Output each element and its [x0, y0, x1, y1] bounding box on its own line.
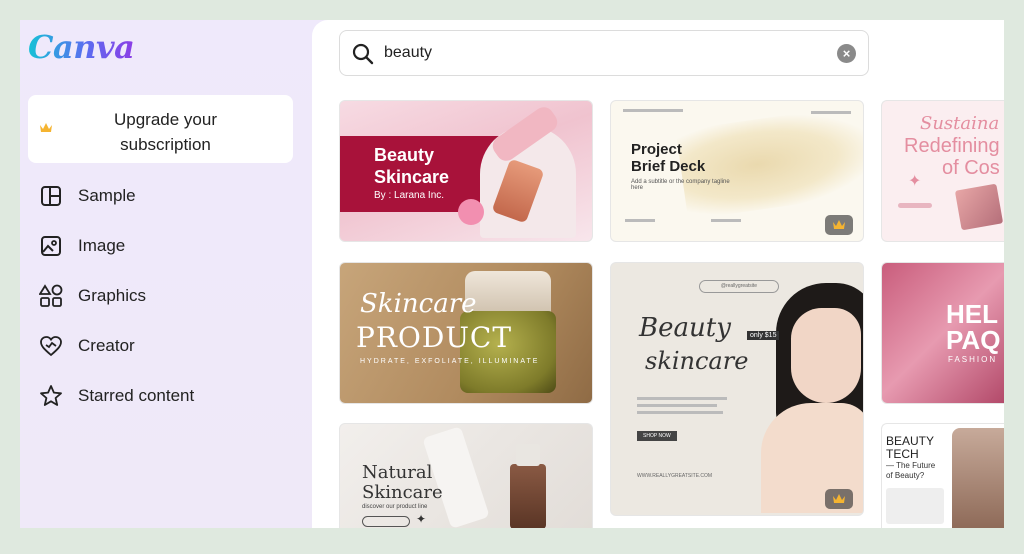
sidebar-item-label: Creator	[78, 336, 135, 355]
palette-product	[954, 183, 1004, 231]
template-card-beauty-skincare-portrait[interactable]: @reallygreatsite Beauty skincare only $1…	[610, 262, 864, 516]
template-script-title: Beauty	[639, 313, 731, 343]
template-byline: By : Larana Inc.	[374, 190, 445, 201]
placeholder-line	[811, 111, 851, 114]
upgrade-subscription-button[interactable]: Upgrade your subscription	[28, 95, 293, 163]
placeholder-line	[637, 404, 717, 407]
graphics-shapes-icon	[38, 283, 64, 309]
sidebar-item-label: Sample	[78, 186, 136, 205]
template-tag: @reallygreatsite	[699, 280, 779, 293]
template-card-hello-paq[interactable]: HEL PAQ FASHION	[881, 262, 1004, 404]
image-icon	[38, 233, 64, 259]
dropper-bottle	[510, 464, 546, 528]
jar-lid	[465, 271, 551, 315]
sidebar-item-creator[interactable]: Creator	[38, 332, 135, 360]
template-script-title: Natural	[362, 462, 433, 483]
template-subtitle: of Beauty?	[886, 471, 925, 480]
canva-logo[interactable]: Canva	[28, 28, 135, 66]
template-title: Brief Deck	[631, 158, 706, 175]
sidebar-item-label: Starred content	[78, 386, 195, 405]
sidebar-item-graphics[interactable]: Graphics	[38, 282, 146, 310]
template-title: TECH	[886, 447, 919, 461]
crown-icon	[833, 494, 845, 503]
template-card-beauty-skincare[interactable]: Beauty Skincare By : Larana Inc.	[339, 100, 593, 242]
placeholder-line	[625, 219, 655, 222]
arrow-pill	[362, 516, 410, 527]
template-subtitle: — The Future	[886, 461, 936, 470]
template-title: Redefining	[904, 135, 1000, 157]
template-title: BEAUTY	[886, 434, 935, 448]
search-input[interactable]	[384, 41, 784, 65]
sidebar-item-image[interactable]: Image	[38, 232, 125, 260]
template-tagline: HYDRATE, EXFOLIATE, ILLUMINATE	[360, 358, 540, 365]
template-subtitle: FASHION	[948, 355, 998, 364]
template-title: PRODUCT	[356, 321, 513, 354]
app-window: Canva Upgrade your subscription Sample I…	[20, 20, 1004, 528]
premium-badge	[825, 215, 853, 235]
template-card-project-brief-deck[interactable]: Project Brief Deck Add a subtitle or the…	[610, 100, 864, 242]
crown-icon	[40, 123, 52, 132]
template-script-title: Skincare	[362, 482, 443, 503]
template-subtitle: Add a subtitle or the company tagline he…	[631, 179, 730, 191]
sparkle-icon: ✦	[416, 512, 427, 526]
sidebar-item-label: Graphics	[78, 286, 147, 305]
bottle-cap	[516, 444, 540, 466]
upgrade-label: Upgrade your subscription	[113, 110, 217, 154]
template-title: Project	[631, 141, 682, 158]
flower	[458, 199, 484, 225]
sidebar-item-label: Image	[78, 236, 126, 255]
placeholder-line	[711, 219, 741, 222]
price-tag: only $15	[747, 331, 780, 340]
template-cta: SHOP NOW	[637, 431, 677, 441]
product-photo	[952, 428, 1004, 528]
placeholder-line	[637, 397, 727, 400]
template-card-beauty-tech[interactable]: BEAUTY TECH — The Future of Beauty?	[881, 423, 1004, 528]
white-bottle	[422, 426, 490, 528]
template-script-title: Skincare	[360, 289, 477, 319]
template-script-title: skincare	[645, 347, 749, 375]
crown-icon	[833, 220, 845, 229]
sparkle-icon: ✦	[908, 173, 922, 190]
template-card-natural-skincare[interactable]: Natural Skincare discover our product li…	[339, 423, 593, 528]
template-title: Skincare	[374, 167, 450, 187]
star-icon	[38, 383, 64, 409]
search-bar[interactable]: ×	[339, 30, 869, 76]
sidebar-item-starred[interactable]: Starred content	[38, 382, 194, 410]
face-shape	[791, 308, 861, 403]
premium-badge	[825, 489, 853, 509]
template-title: Beauty	[374, 145, 435, 165]
template-title: of Cos	[942, 157, 1000, 179]
text-block	[886, 488, 944, 524]
search-icon	[352, 43, 374, 65]
creator-heart-icon	[38, 333, 64, 359]
template-card-skincare-product[interactable]: Skincare PRODUCT HYDRATE, EXFOLIATE, ILL…	[339, 262, 593, 404]
template-url: WWW.REALLYGREATSITE.COM	[637, 473, 713, 479]
placeholder-line	[637, 411, 723, 414]
sample-layout-icon	[38, 183, 64, 209]
template-title: PAQ	[946, 325, 1001, 355]
close-icon[interactable]: ×	[837, 44, 856, 63]
sidebar-item-sample[interactable]: Sample	[38, 182, 136, 210]
main-panel: × Beauty Skincare By : Larana Inc. Proje…	[312, 20, 1004, 528]
placeholder-pill	[898, 203, 932, 208]
template-title: Sustaina	[920, 113, 1000, 134]
sidebar: Canva Upgrade your subscription Sample I…	[20, 20, 310, 528]
placeholder-line	[623, 109, 683, 112]
template-card-sustainable[interactable]: Sustaina Redefining of Cos ✦	[881, 100, 1004, 242]
template-subtitle: discover our product line	[362, 504, 428, 510]
